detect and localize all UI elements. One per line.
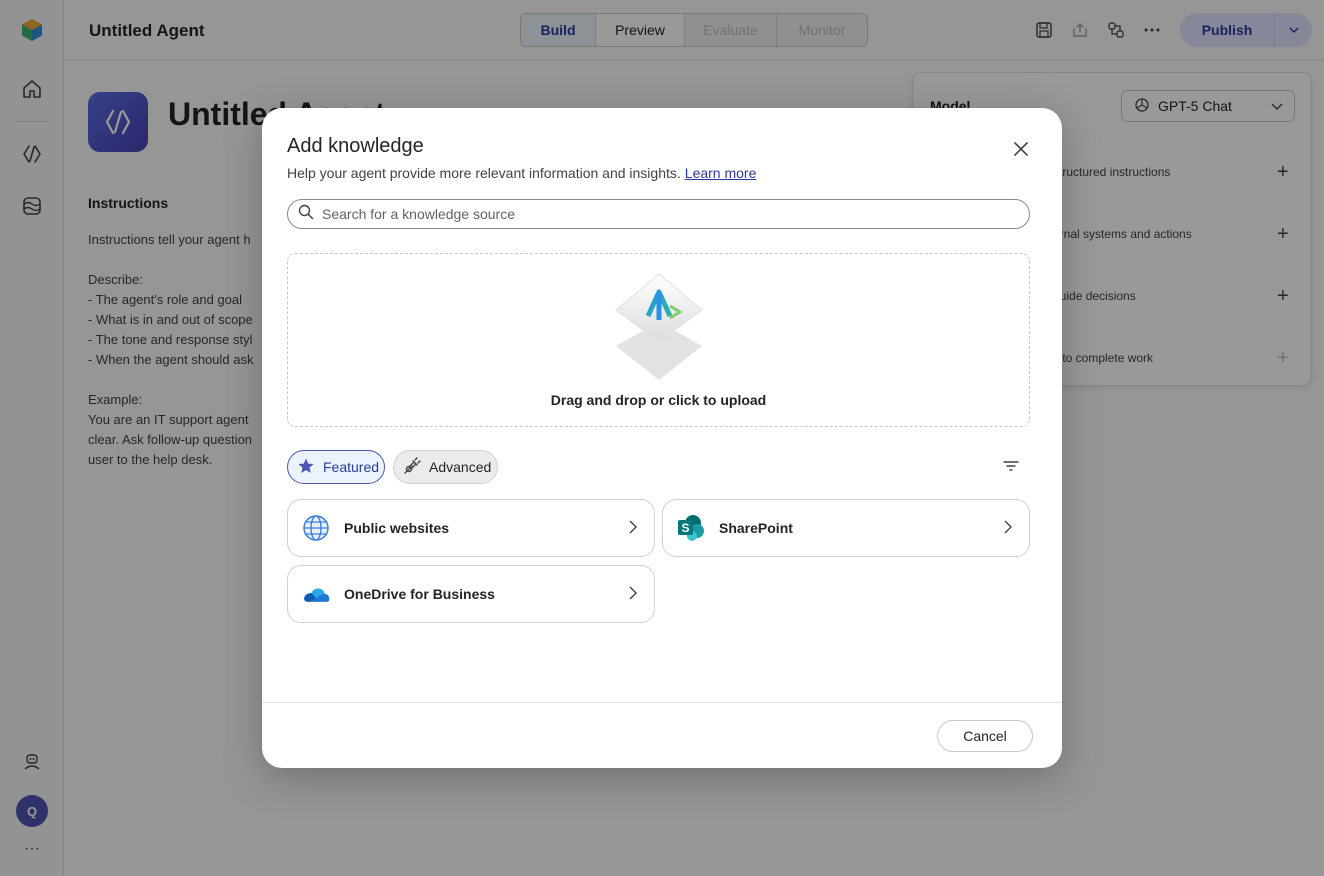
chevron-right-icon (1003, 519, 1013, 540)
upload-dropzone[interactable]: Drag and drop or click to upload (287, 253, 1030, 427)
star-icon (297, 457, 315, 478)
filter-advanced[interactable]: Advanced (393, 450, 498, 484)
dialog-title: Add knowledge (287, 135, 424, 157)
subtitle-text: Help your agent provide more relevant in… (287, 165, 681, 181)
upload-illustration-icon (606, 272, 712, 382)
sharepoint-icon: S (677, 514, 705, 542)
dialog-subtitle: Help your agent provide more relevant in… (287, 165, 756, 181)
learn-more-link[interactable]: Learn more (685, 165, 757, 181)
filter-featured-label: Featured (323, 459, 380, 475)
onedrive-icon (302, 580, 330, 608)
source-onedrive[interactable]: OneDrive for Business (287, 565, 655, 623)
chevron-right-icon (628, 585, 638, 606)
upload-text: Drag and drop or click to upload (550, 392, 767, 408)
filter-advanced-label: Advanced (429, 459, 492, 475)
dialog-divider (262, 702, 1062, 703)
close-icon[interactable] (1010, 138, 1032, 160)
filter-icon[interactable] (1002, 458, 1022, 476)
source-sharepoint[interactable]: S SharePoint (662, 499, 1030, 557)
knowledge-search[interactable] (287, 199, 1030, 229)
cancel-button[interactable]: Cancel (937, 720, 1033, 752)
source-label: OneDrive for Business (344, 586, 495, 602)
search-icon (298, 204, 314, 225)
source-public-websites[interactable]: Public websites (287, 499, 655, 557)
plug-icon (403, 456, 421, 478)
source-label: Public websites (344, 520, 450, 536)
filter-featured[interactable]: Featured (287, 450, 385, 484)
add-knowledge-dialog: Add knowledge Help your agent provide mo… (262, 108, 1062, 768)
search-input[interactable] (322, 206, 1002, 222)
source-label: SharePoint (719, 520, 793, 536)
globe-icon (302, 514, 330, 542)
svg-text:S: S (681, 521, 689, 535)
chevron-right-icon (628, 519, 638, 540)
